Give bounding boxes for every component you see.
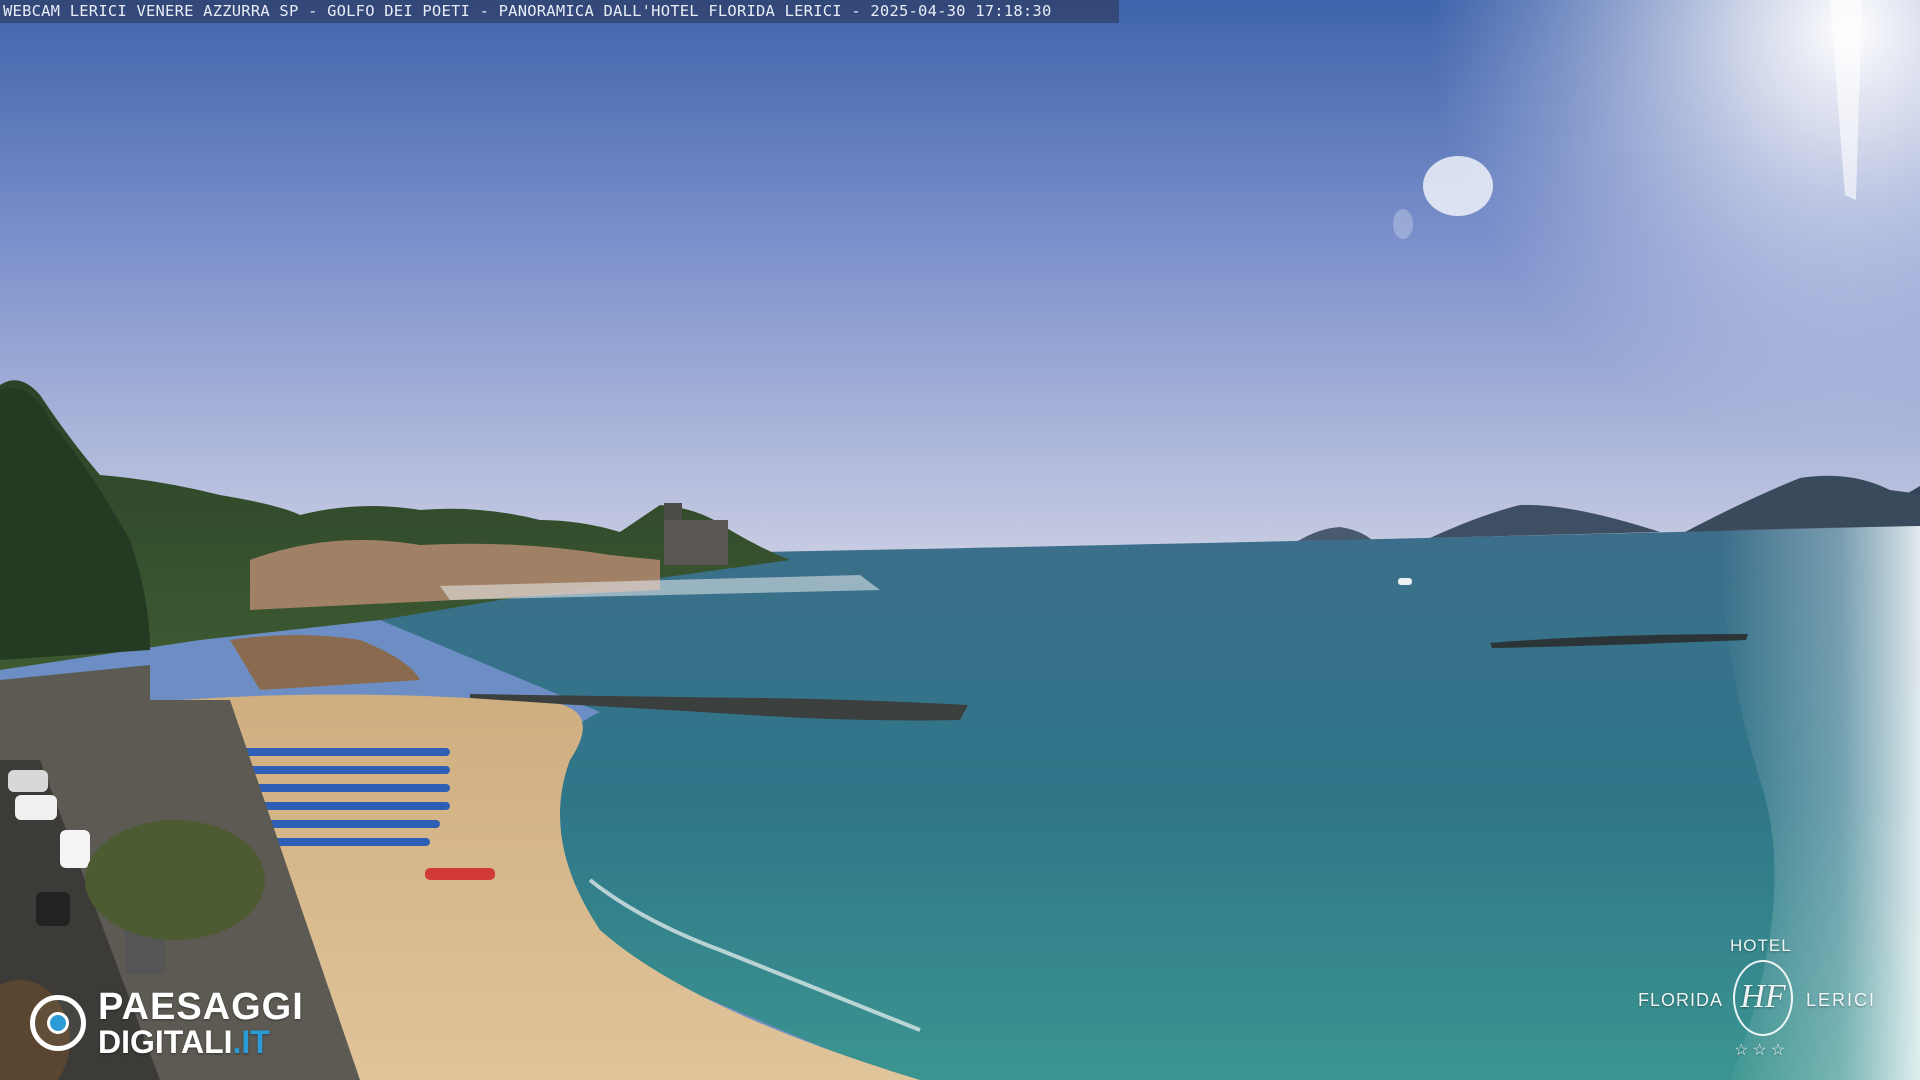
webcam-scene [0,0,1920,1080]
hotel-monogram-icon: HF [1733,960,1793,1036]
cliff [230,635,420,690]
star-rating-icon: ☆☆☆ [1734,1042,1790,1059]
hotel-florida-logo: HOTEL FLORIDA HF LERICI ☆☆☆ [1630,932,1890,1062]
castle-body [664,520,728,565]
florida-label: FLORIDA [1638,990,1724,1010]
lens-flare-small [1393,209,1413,239]
boat [1398,578,1412,585]
logo-line1: PAESAGGI [98,986,304,1028]
lerici-label: LERICI [1806,990,1877,1010]
lens-icon [30,995,86,1051]
boat-red [425,868,495,880]
logo-line2-tld: .IT [232,1024,270,1060]
logo-text: PAESAGGI DIGITALI.IT [98,988,304,1058]
paesaggi-digitali-logo: PAESAGGI DIGITALI.IT [30,988,340,1058]
hotel-label: HOTEL [1730,936,1792,955]
tree-bottom [85,820,265,940]
webcam-caption: WEBCAM LERICI VENERE AZZURRA SP - GOLFO … [0,0,1119,23]
logo-line2: DIGITALI.IT [98,1026,304,1058]
logo-line2-main: DIGITALI [98,1024,233,1060]
lens-flare [1423,156,1493,216]
